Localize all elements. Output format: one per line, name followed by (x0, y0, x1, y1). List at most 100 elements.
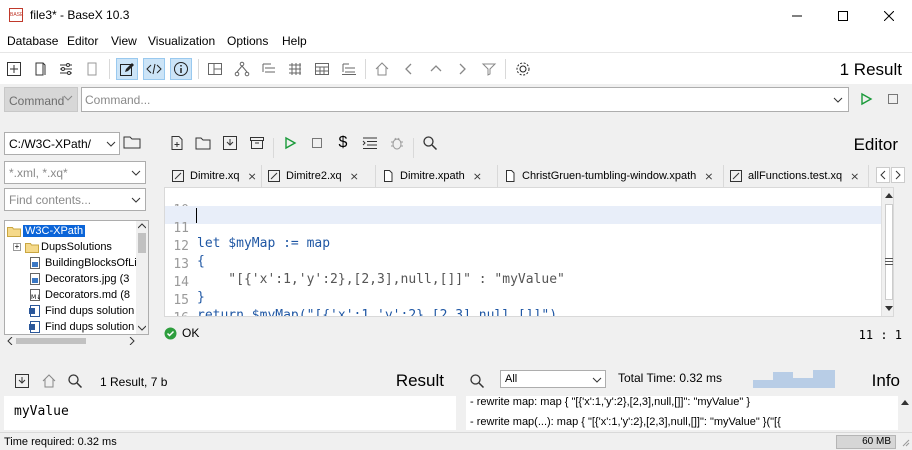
forward-icon[interactable] (451, 58, 473, 80)
home-result-icon[interactable] (38, 370, 60, 392)
minimize-button[interactable] (774, 0, 820, 31)
tree-item[interactable]: W3C-XPath (7, 223, 86, 239)
find-contents-input[interactable]: Find contents... (4, 188, 146, 211)
format-code-icon[interactable] (359, 132, 381, 154)
tree-item[interactable]: + DupsSolutions (13, 239, 112, 255)
search-info-icon[interactable] (466, 370, 488, 392)
close-tab-icon[interactable]: ⨯ (704, 170, 713, 183)
history-dropdown-icon[interactable] (833, 95, 843, 105)
preferences-icon[interactable] (512, 58, 534, 80)
map-view-icon[interactable] (204, 58, 226, 80)
close-tab-icon[interactable]: ⨯ (350, 170, 359, 183)
close-tab-icon[interactable]: ⨯ (473, 170, 482, 183)
scroll-down-icon[interactable] (138, 325, 146, 331)
tabs-scroll-right-icon[interactable] (891, 167, 905, 183)
save-result-icon[interactable] (11, 370, 33, 392)
search-result-icon[interactable] (64, 370, 86, 392)
menu-visualization[interactable]: Visualization (148, 34, 215, 48)
info-output[interactable]: - rewrite map: map { "[{'x':1,'y':2},[2,… (466, 396, 912, 430)
folder-view-icon[interactable] (258, 58, 280, 80)
menu-options[interactable]: Options (227, 34, 268, 48)
tree-item[interactable]: Decorators.jpg (3 (29, 271, 129, 287)
variables-icon[interactable]: $ (332, 132, 354, 154)
info-filter-select[interactable]: All (500, 370, 606, 388)
up-icon[interactable] (425, 58, 447, 80)
scroll-down-icon[interactable] (885, 306, 893, 312)
file-filter-input[interactable]: *.xml, *.xq* (4, 161, 146, 184)
scroll-left-icon[interactable] (7, 337, 13, 345)
close-tab-icon[interactable]: ⨯ (248, 170, 257, 183)
command-mode-select[interactable]: Command (4, 87, 78, 112)
new-database-icon[interactable] (3, 58, 25, 80)
toolbar-separator (413, 138, 414, 158)
tab-allfunctions-test-xq[interactable]: allFunctions.test.xq ⨯ (724, 165, 869, 187)
thumb-grip (885, 264, 893, 265)
horizontal-splitter[interactable] (0, 350, 912, 358)
explorer-view-icon[interactable] (338, 58, 360, 80)
archive-icon[interactable] (246, 132, 268, 154)
expand-icon[interactable]: + (13, 243, 21, 251)
info-scrollbar[interactable] (898, 396, 912, 430)
toggle-editor-icon[interactable] (116, 58, 138, 80)
new-file-icon[interactable] (166, 132, 188, 154)
save-file-icon[interactable] (219, 132, 241, 154)
result-output[interactable]: myValue (4, 396, 456, 430)
maximize-button[interactable] (820, 0, 866, 31)
scroll-up-icon[interactable] (901, 399, 909, 405)
memory-usage[interactable]: 60 MB (836, 435, 896, 449)
find-icon[interactable] (419, 132, 441, 154)
window-title: file3* - BaseX 10.3 (30, 8, 130, 22)
tree-item[interactable]: Find dups solution (29, 319, 134, 334)
tabs-scroll-left-icon[interactable] (876, 167, 890, 183)
properties-icon[interactable] (55, 58, 77, 80)
scroll-thumb[interactable] (138, 233, 146, 253)
scroll-up-icon[interactable] (138, 223, 146, 229)
menu-help[interactable]: Help (282, 34, 307, 48)
menu-view[interactable]: View (111, 34, 137, 48)
run-query-icon[interactable] (279, 132, 301, 154)
tree-view-icon[interactable] (231, 58, 253, 80)
home-icon[interactable] (371, 58, 393, 80)
menu-editor[interactable]: Editor (67, 34, 98, 48)
tab-christgruen-tumbling-window[interactable]: ChristGruen-tumbling-window.xpath ⨯ (498, 165, 724, 187)
tree-item[interactable]: Find dups solution (29, 303, 134, 319)
timing-bar (813, 370, 835, 388)
command-input[interactable]: Command... (81, 87, 849, 112)
chevron-down-icon (63, 93, 73, 103)
back-icon[interactable] (398, 58, 420, 80)
tab-dimitre-xpath[interactable]: Dimitre.xpath ⨯ (376, 165, 498, 187)
tree-item[interactable]: BuildingBlocksOfLi (29, 255, 137, 271)
stop-command-icon[interactable] (886, 92, 900, 106)
menu-database[interactable]: Database (7, 34, 58, 48)
close-button[interactable] (866, 0, 912, 31)
timing-chart[interactable] (753, 368, 861, 388)
file-tree[interactable]: W3C-XPath + DupsSolutions BuildingBlocks… (4, 220, 149, 335)
execute-command-icon[interactable] (859, 92, 873, 106)
scroll-thumb[interactable] (885, 204, 893, 300)
debug-icon[interactable] (386, 132, 408, 154)
close-database-icon[interactable] (81, 58, 103, 80)
stop-query-icon[interactable] (306, 132, 328, 154)
vertical-splitter[interactable] (155, 126, 159, 348)
tree-item[interactable]: M↓ Decorators.md (8 (29, 287, 130, 303)
tab-dimitre-xq[interactable]: Dimitre.xq ⨯ (166, 165, 262, 187)
editor-scrollbar[interactable] (881, 188, 893, 316)
plot-view-icon[interactable] (284, 58, 306, 80)
close-tab-icon[interactable]: ⨯ (850, 170, 859, 183)
toggle-code-icon[interactable] (143, 58, 165, 80)
code-editor[interactable]: 10 11 let $myMap := map 12 { 13 "[{'x':1… (164, 187, 894, 317)
tree-hscrollbar[interactable] (4, 335, 149, 347)
scroll-up-icon[interactable] (885, 192, 893, 198)
toggle-info-icon[interactable] (170, 58, 192, 80)
table-view-icon[interactable] (311, 58, 333, 80)
tree-scrollbar[interactable] (136, 221, 148, 334)
scroll-right-icon[interactable] (129, 337, 135, 345)
hscroll-thumb[interactable] (16, 338, 86, 344)
open-file-icon[interactable] (192, 132, 214, 154)
filter-icon[interactable] (478, 58, 500, 80)
browse-folder-icon[interactable] (123, 134, 141, 150)
open-database-icon[interactable] (29, 58, 51, 80)
tab-dimitre2-xq[interactable]: Dimitre2.xq ⨯ (262, 165, 376, 187)
project-path-select[interactable]: C:/W3C-XPath/ (4, 132, 120, 155)
resize-grip-icon[interactable] (900, 437, 910, 447)
